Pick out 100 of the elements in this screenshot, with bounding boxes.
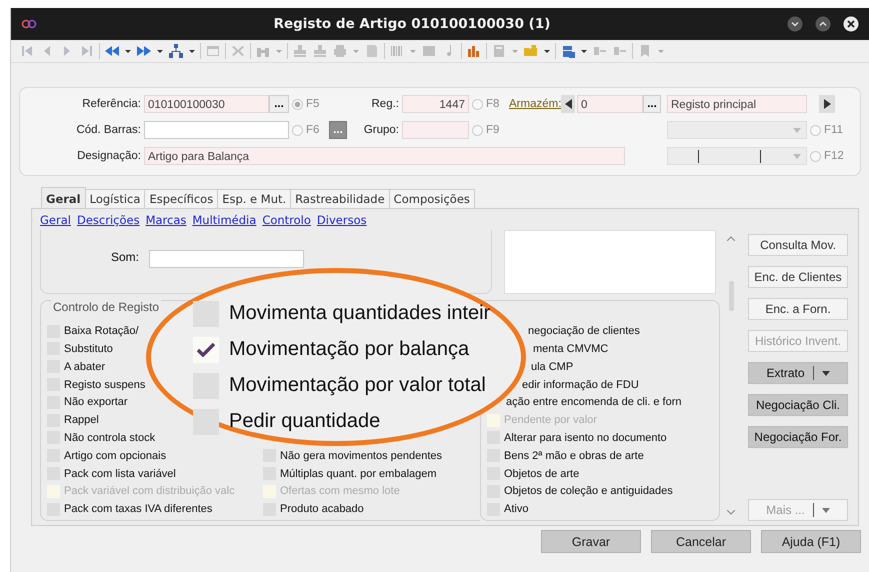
browse-button[interactable]: ...	[269, 95, 289, 113]
warehouse-name-field[interactable]: Registo principal	[667, 95, 807, 113]
window-icon[interactable]	[205, 43, 221, 59]
right-arrow-icon	[824, 99, 830, 109]
image-icon[interactable]	[421, 43, 437, 59]
tab[interactable]: Esp. e Mut.	[217, 189, 292, 208]
field-label: Referência:	[81, 98, 142, 110]
caret-icon	[793, 154, 801, 159]
checkbox-label[interactable]: ação entre encomenda de cli. e forn	[506, 396, 682, 408]
left-arrow-icon	[564, 99, 572, 109]
fast-forward-icon[interactable]	[136, 43, 152, 59]
barcode-field[interactable]	[144, 121, 289, 139]
delete-icon[interactable]	[230, 43, 246, 59]
infinity-logo-icon	[21, 19, 37, 29]
action-button[interactable]: Negociação Cli.	[748, 394, 848, 416]
checkbox[interactable]: Rappel	[47, 411, 99, 430]
close-button[interactable]	[843, 16, 859, 32]
checkbox[interactable]: Registo suspens	[47, 376, 146, 394]
action-button[interactable]: Negociação For.	[748, 426, 848, 448]
reference-field[interactable]: 010100100030	[144, 95, 269, 113]
magnified-checkbox[interactable]: Movimentação por valor total	[193, 370, 486, 401]
field-label: Cód. Barras:	[75, 124, 142, 136]
hierarchy-icon[interactable]	[168, 43, 184, 59]
magnified-checkbox[interactable]: Movimentação por balança	[193, 334, 470, 365]
action-button[interactable]: Enc. a Forn.	[748, 298, 848, 320]
text-area[interactable]	[504, 230, 716, 294]
minimize-button[interactable]	[787, 16, 803, 32]
field-label: Som:	[110, 250, 140, 264]
scroll-thumb[interactable]	[728, 281, 734, 311]
checkbox-label[interactable]: ula CMP	[531, 360, 574, 373]
checkbox[interactable]: Não exportar	[47, 393, 128, 412]
checkbox[interactable]: Objetos de arte	[487, 464, 580, 482]
dialog-button[interactable]: Cancelar	[651, 530, 751, 553]
checkbox[interactable]: Múltiplas quant. por embalagem	[263, 464, 437, 482]
tab[interactable]: Específicos	[144, 189, 218, 208]
window-title: Registo de Artigo 010100100030 (1)	[272, 16, 552, 32]
dialog-button[interactable]: Gravar	[541, 530, 641, 553]
dialog-button[interactable]: Ajuda (F1)	[761, 530, 861, 553]
section-link[interactable]: Descrições	[76, 213, 140, 227]
section-link[interactable]: Multimédia	[192, 213, 256, 227]
calculator-icon[interactable]	[491, 43, 507, 59]
action-button[interactable]: Enc. de Clientes	[748, 266, 848, 288]
scroll-down-icon[interactable]	[727, 510, 735, 515]
tab[interactable]: Logística	[84, 189, 146, 208]
field-label: Reg.:	[370, 98, 400, 110]
field-label: Grupo:	[362, 124, 400, 136]
checkbox[interactable]: Bens 2ª mão e obras de arte	[487, 446, 644, 465]
checkbox[interactable]: Não controla stock	[47, 429, 156, 447]
dropdown[interactable]	[667, 147, 807, 165]
description-field[interactable]: Artigo para Balança	[144, 147, 625, 165]
section-link[interactable]: Marcas	[146, 213, 186, 227]
action-button[interactable]: Consulta Mov.	[748, 234, 848, 256]
section-link[interactable]: Geral	[40, 213, 71, 227]
checkmark-icon	[197, 342, 215, 356]
checkbox[interactable]: Ativo	[487, 500, 528, 518]
warehouse-link[interactable]: Armazém:	[505, 98, 561, 110]
checkbox[interactable]: Não gera movimentos pendentes	[263, 446, 442, 465]
checkbox[interactable]: Substituto	[47, 340, 113, 358]
rewind-icon[interactable]	[104, 43, 120, 59]
section-link[interactable]: Diversos	[316, 213, 367, 227]
last-icon[interactable]	[79, 43, 95, 59]
section-link[interactable]: Controlo	[262, 213, 311, 227]
stamp-icon[interactable]	[292, 43, 308, 59]
sound-field[interactable]	[149, 250, 304, 268]
stamp-icon[interactable]	[312, 43, 328, 59]
checkbox[interactable]: Baixa Rotação/	[47, 322, 139, 340]
checkbox-label[interactable]: menta CMVMC	[533, 342, 608, 355]
maximize-button[interactable]	[815, 16, 831, 32]
tab[interactable]: Rastreabilidade	[290, 189, 390, 208]
checkbox[interactable]: Produto acabado	[263, 500, 364, 518]
scroll-up-icon[interactable]	[727, 236, 735, 241]
magnified-checkbox[interactable]: Movimenta quantidades inteir	[193, 298, 490, 329]
browse-button[interactable]: ...	[643, 95, 661, 113]
barcode-icon[interactable]	[389, 43, 405, 59]
tab[interactable]: Geral	[41, 187, 86, 208]
checkbox-label[interactable]: edir informação de FDU	[522, 378, 639, 391]
magnified-checkbox[interactable]: Pedir quantidade	[193, 406, 380, 437]
bar-chart-icon[interactable]	[466, 43, 482, 59]
warehouse-field[interactable]: 0	[577, 95, 643, 113]
checkbox[interactable]: Artigo com opcionais	[47, 446, 166, 465]
group-field[interactable]	[402, 121, 469, 139]
checkbox-label[interactable]: negociação de clientes	[528, 325, 640, 338]
printer-icon[interactable]	[332, 43, 348, 59]
dropdown[interactable]	[667, 121, 807, 139]
action-button[interactable]: Extrato	[748, 362, 848, 384]
checkbox[interactable]: Objetos de coleção e antiguidades	[487, 482, 673, 500]
caret-icon	[822, 370, 830, 376]
reg-field[interactable]: 1447	[402, 95, 469, 113]
checkbox[interactable]: Alterar para isento no documento	[487, 429, 667, 447]
first-icon[interactable]	[19, 43, 35, 59]
checkbox[interactable]: A abater	[47, 358, 105, 376]
checkbox[interactable]: Pack com lista variável	[47, 464, 176, 482]
previous-button[interactable]	[561, 95, 575, 113]
caret-icon	[822, 508, 830, 512]
field-label: Designação:	[76, 150, 142, 162]
document-icon[interactable]	[364, 43, 380, 59]
next-button[interactable]	[819, 95, 835, 113]
tab[interactable]: Composições	[388, 189, 475, 208]
caret-icon	[793, 128, 801, 133]
checkbox[interactable]: Pack com taxas IVA diferentes	[47, 500, 212, 518]
